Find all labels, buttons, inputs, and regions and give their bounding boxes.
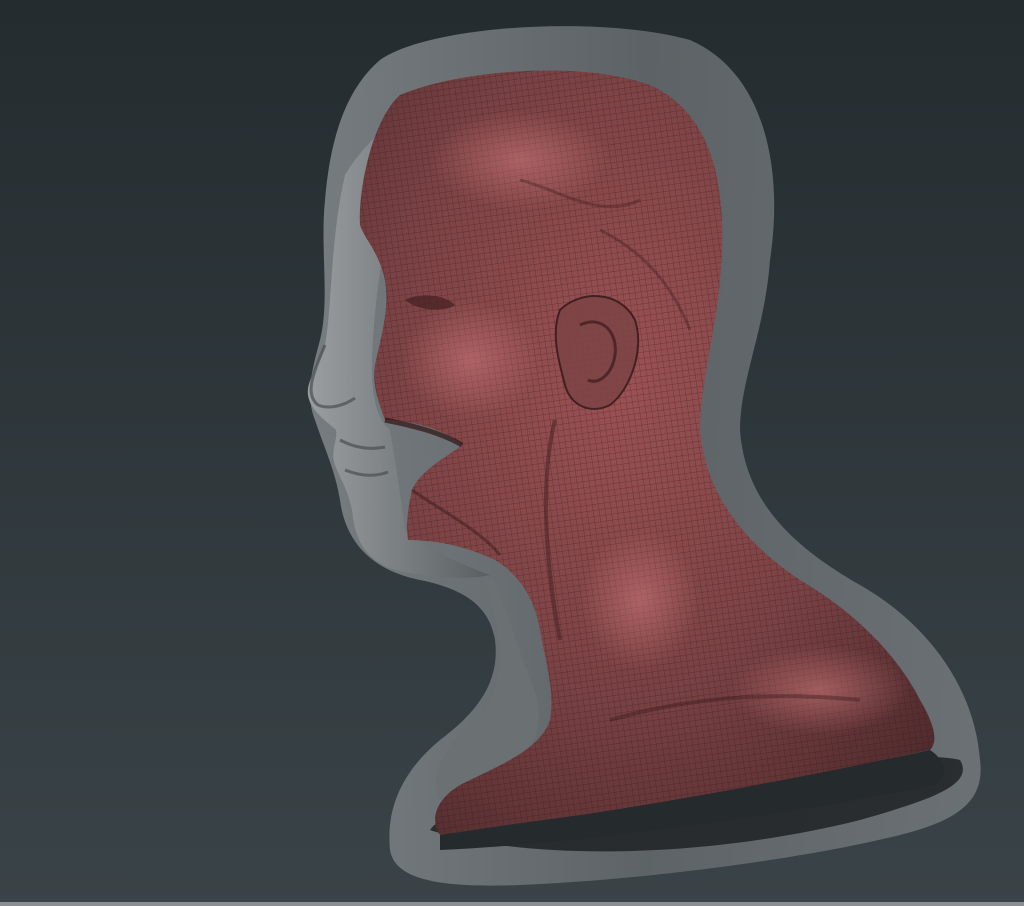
3d-viewport[interactable] — [0, 0, 1024, 906]
viewport-bottom-edge — [0, 902, 1024, 906]
shoulder-highlight — [730, 645, 910, 735]
cheek-highlight — [400, 300, 540, 420]
neck-highlight — [580, 530, 700, 670]
render-canvas — [0, 0, 1024, 906]
forehead-highlight — [430, 110, 610, 210]
